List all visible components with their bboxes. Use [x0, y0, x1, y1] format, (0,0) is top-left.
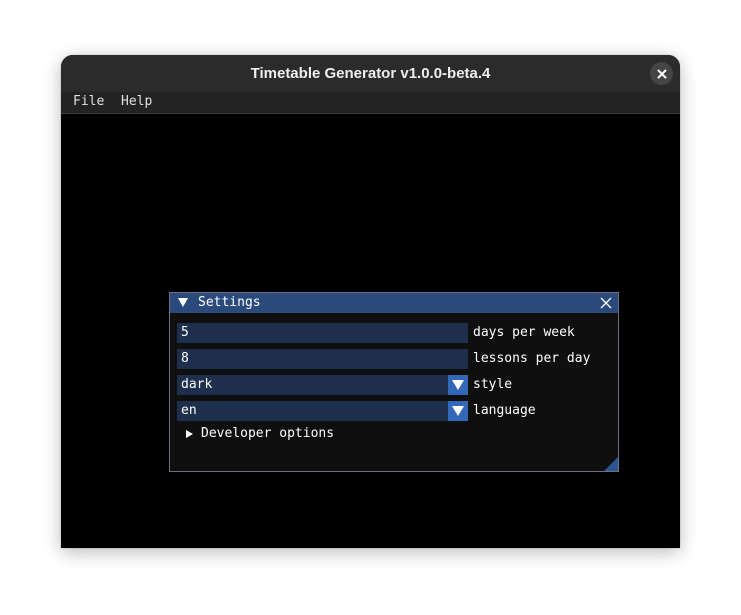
menu-help[interactable]: Help: [121, 94, 152, 109]
chevron-down-icon: [452, 380, 464, 390]
days-per-week-label: days per week: [473, 325, 575, 340]
menu-bar: File Help: [61, 92, 680, 114]
window-close-button[interactable]: [650, 62, 673, 85]
settings-panel: Settings 5 days per week 8 lessons per d…: [169, 292, 619, 472]
style-label: style: [473, 377, 513, 392]
title-bar[interactable]: Timetable Generator v1.0.0-beta.4: [61, 55, 680, 92]
expand-arrow-icon[interactable]: [186, 430, 193, 438]
style-dropdown-button[interactable]: [448, 375, 468, 395]
language-select[interactable]: en: [177, 401, 468, 421]
style-value: dark: [181, 377, 213, 392]
days-per-week-value: 5: [181, 325, 189, 340]
resize-grip[interactable]: [604, 457, 618, 471]
collapse-arrow-icon[interactable]: [178, 298, 188, 307]
language-value: en: [181, 403, 197, 418]
app-window: Timetable Generator v1.0.0-beta.4 File H…: [61, 55, 680, 548]
chevron-down-icon: [452, 406, 464, 416]
settings-title: Settings: [198, 295, 261, 310]
language-label: language: [473, 403, 536, 418]
close-icon[interactable]: [600, 297, 612, 309]
style-select[interactable]: dark: [177, 375, 468, 395]
language-dropdown-button[interactable]: [448, 401, 468, 421]
settings-title-bar[interactable]: Settings: [170, 293, 618, 313]
window-title: Timetable Generator v1.0.0-beta.4: [250, 65, 491, 82]
main-canvas: Settings 5 days per week 8 lessons per d…: [61, 114, 680, 548]
lessons-per-day-label: lessons per day: [473, 351, 591, 366]
developer-options-toggle[interactable]: Developer options: [201, 426, 334, 441]
lessons-per-day-value: 8: [181, 351, 189, 366]
close-icon: [657, 69, 666, 78]
menu-file[interactable]: File: [73, 94, 104, 109]
lessons-per-day-input[interactable]: 8: [177, 349, 468, 369]
days-per-week-input[interactable]: 5: [177, 323, 468, 343]
